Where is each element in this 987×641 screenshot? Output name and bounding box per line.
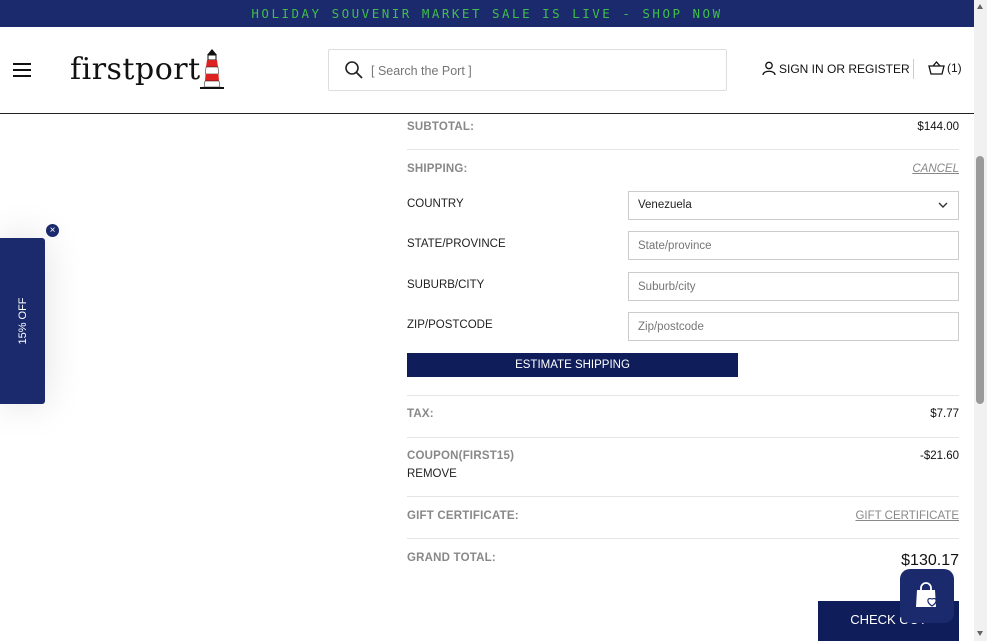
shopping-basket-icon <box>928 61 945 75</box>
zip-label: ZIP/POSTCODE <box>407 319 493 331</box>
lighthouse-icon <box>200 49 224 89</box>
divider <box>407 437 959 438</box>
state-label: STATE/PROVINCE <box>407 238 506 250</box>
discount-tab[interactable]: 15% OFF <box>0 238 45 404</box>
estimate-shipping-button[interactable]: ESTIMATE SHIPPING <box>407 353 738 377</box>
subtotal-label: SUBTOTAL: <box>407 121 475 133</box>
remove-coupon-link[interactable]: REMOVE <box>407 468 457 480</box>
cancel-shipping-link[interactable]: CANCEL <box>912 163 959 175</box>
shipping-label: SHIPPING: <box>407 163 468 175</box>
menu-icon[interactable] <box>13 63 31 77</box>
page-scrollbar[interactable] <box>974 0 987 641</box>
tax-value: $7.77 <box>930 408 959 420</box>
search-box[interactable] <box>328 49 727 91</box>
logo-text: firstport <box>70 52 201 87</box>
site-header: firstport SIGN IN OR REGISTER (1) <box>0 27 974 114</box>
tax-label: TAX: <box>407 408 434 420</box>
search-icon[interactable] <box>344 60 364 80</box>
wishlist-fab[interactable] <box>900 569 954 623</box>
divider <box>407 149 959 150</box>
signin-label: SIGN IN OR REGISTER <box>779 61 910 76</box>
search-input[interactable] <box>369 59 703 83</box>
divider <box>407 496 959 497</box>
shopping-bag-heart-icon <box>916 582 937 607</box>
divider <box>407 395 959 396</box>
country-label: COUNTRY <box>407 198 464 210</box>
scroll-down-arrow[interactable] <box>977 631 983 636</box>
zip-input[interactable] <box>636 313 950 340</box>
grand-total-row: GRAND TOTAL: $130.17 <box>407 552 959 572</box>
scroll-thumb[interactable] <box>976 156 984 404</box>
grand-total-value: $130.17 <box>901 552 959 569</box>
signin-link[interactable]: SIGN IN OR REGISTER <box>762 61 910 76</box>
coupon-label: COUPON(FIRST15) <box>407 450 515 462</box>
divider <box>407 538 959 539</box>
user-icon <box>762 61 776 76</box>
shipping-row: SHIPPING: CANCEL <box>407 163 959 177</box>
chevron-down-icon <box>938 202 948 208</box>
discount-tab-label: 15% OFF <box>16 297 29 345</box>
subtotal-value: $144.00 <box>917 121 959 133</box>
subtotal-row: SUBTOTAL: $144.00 <box>407 121 959 135</box>
cart-count: (1) <box>947 61 962 75</box>
site-logo[interactable]: firstport <box>70 45 225 93</box>
coupon-row: COUPON(FIRST15) -$21.60 REMOVE <box>407 450 959 484</box>
city-field[interactable] <box>628 272 959 301</box>
city-input[interactable] <box>636 273 950 300</box>
promo-banner[interactable]: HOLIDAY SOUVENIR MARKET SALE IS LIVE - S… <box>0 0 974 27</box>
country-select-value: Venezuela <box>638 199 692 211</box>
cart-link[interactable]: (1) <box>928 61 962 75</box>
header-divider <box>913 59 914 79</box>
discount-close-icon[interactable]: × <box>46 224 59 237</box>
gift-certificate-link[interactable]: GIFT CERTIFICATE <box>855 510 959 522</box>
city-label: SUBURB/CITY <box>407 279 485 291</box>
tax-row: TAX: $7.77 <box>407 408 959 422</box>
gift-certificate-row: GIFT CERTIFICATE: GIFT CERTIFICATE <box>407 510 959 524</box>
state-input[interactable] <box>636 232 950 259</box>
scroll-up-arrow[interactable] <box>977 4 983 9</box>
country-select[interactable]: Venezuela <box>628 191 959 220</box>
gift-certificate-label: GIFT CERTIFICATE: <box>407 510 519 522</box>
state-field[interactable] <box>628 231 959 260</box>
coupon-value: -$21.60 <box>919 450 959 462</box>
grand-total-label: GRAND TOTAL: <box>407 552 496 564</box>
zip-field[interactable] <box>628 312 959 341</box>
